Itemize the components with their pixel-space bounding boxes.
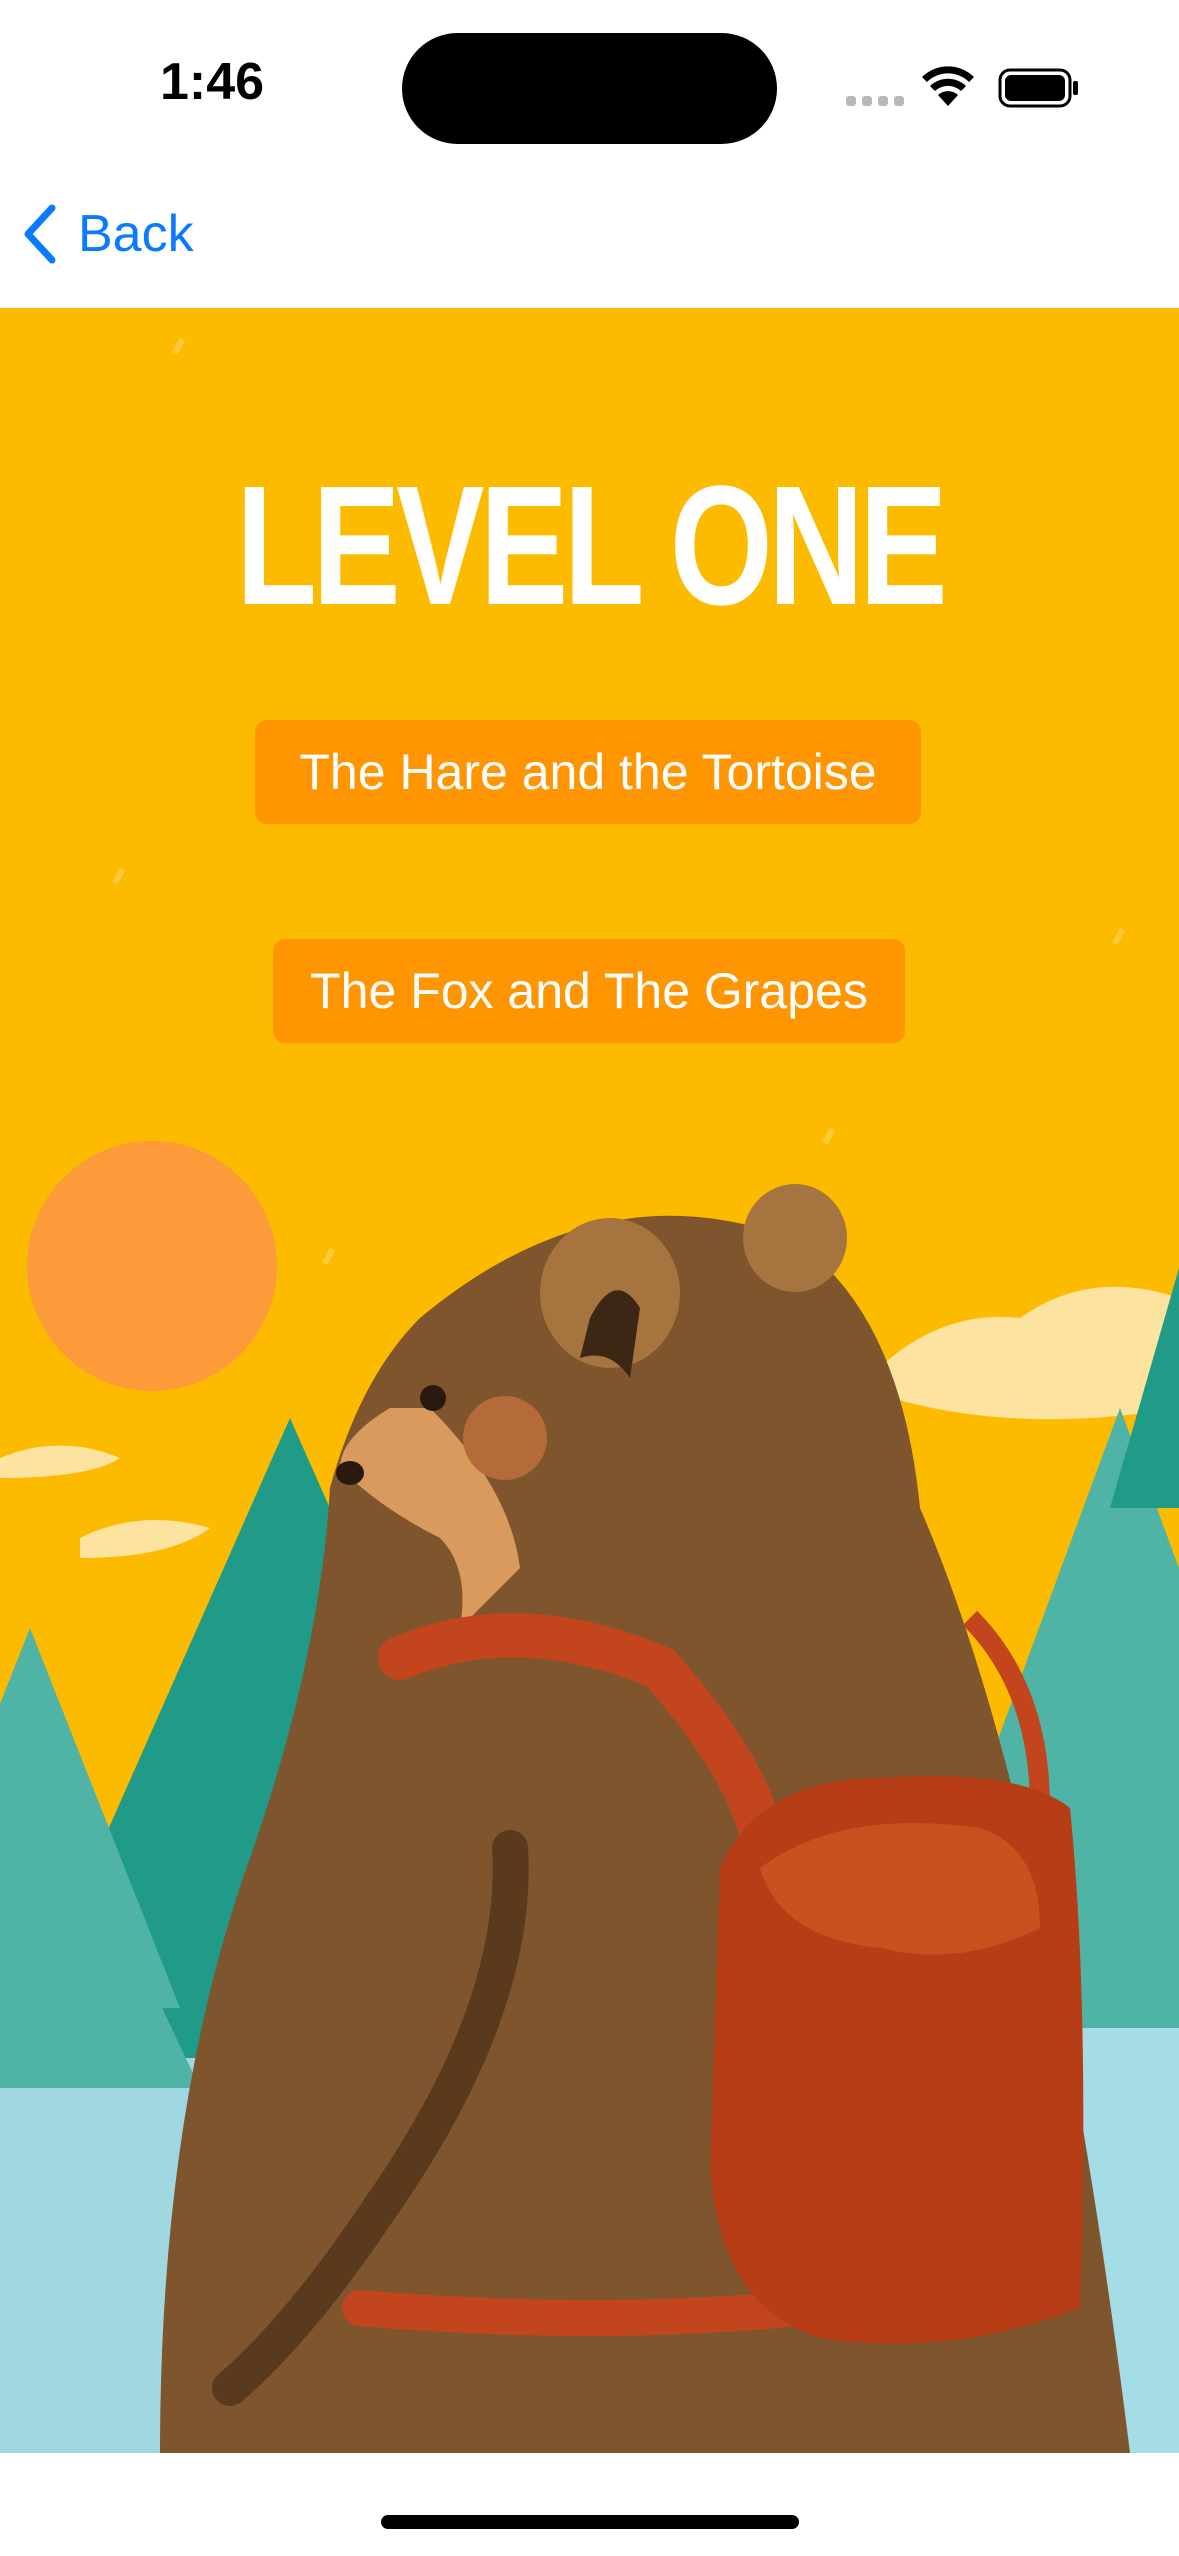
status-bar: 1:46 xyxy=(0,0,1179,170)
home-indicator[interactable] xyxy=(381,2515,799,2529)
chevron-left-icon xyxy=(24,204,56,264)
back-label: Back xyxy=(78,205,194,263)
level-title: LEVEL ONE xyxy=(236,451,948,641)
battery-icon xyxy=(998,68,1078,108)
story-button-hare-and-tortoise[interactable]: The Hare and the Tortoise xyxy=(255,720,921,824)
status-time: 1:46 xyxy=(160,53,265,111)
level-hero: LEVEL ONE The Hare and the Tortoise The … xyxy=(0,308,1179,2453)
wifi-icon xyxy=(922,66,974,106)
signal-icon xyxy=(846,96,904,106)
home-area xyxy=(0,2453,1179,2556)
story-button-fox-and-grapes[interactable]: The Fox and The Grapes xyxy=(273,939,905,1043)
back-button[interactable]: Back xyxy=(22,194,194,274)
dynamic-island xyxy=(402,33,777,144)
navigation-bar: Back xyxy=(0,170,1179,308)
